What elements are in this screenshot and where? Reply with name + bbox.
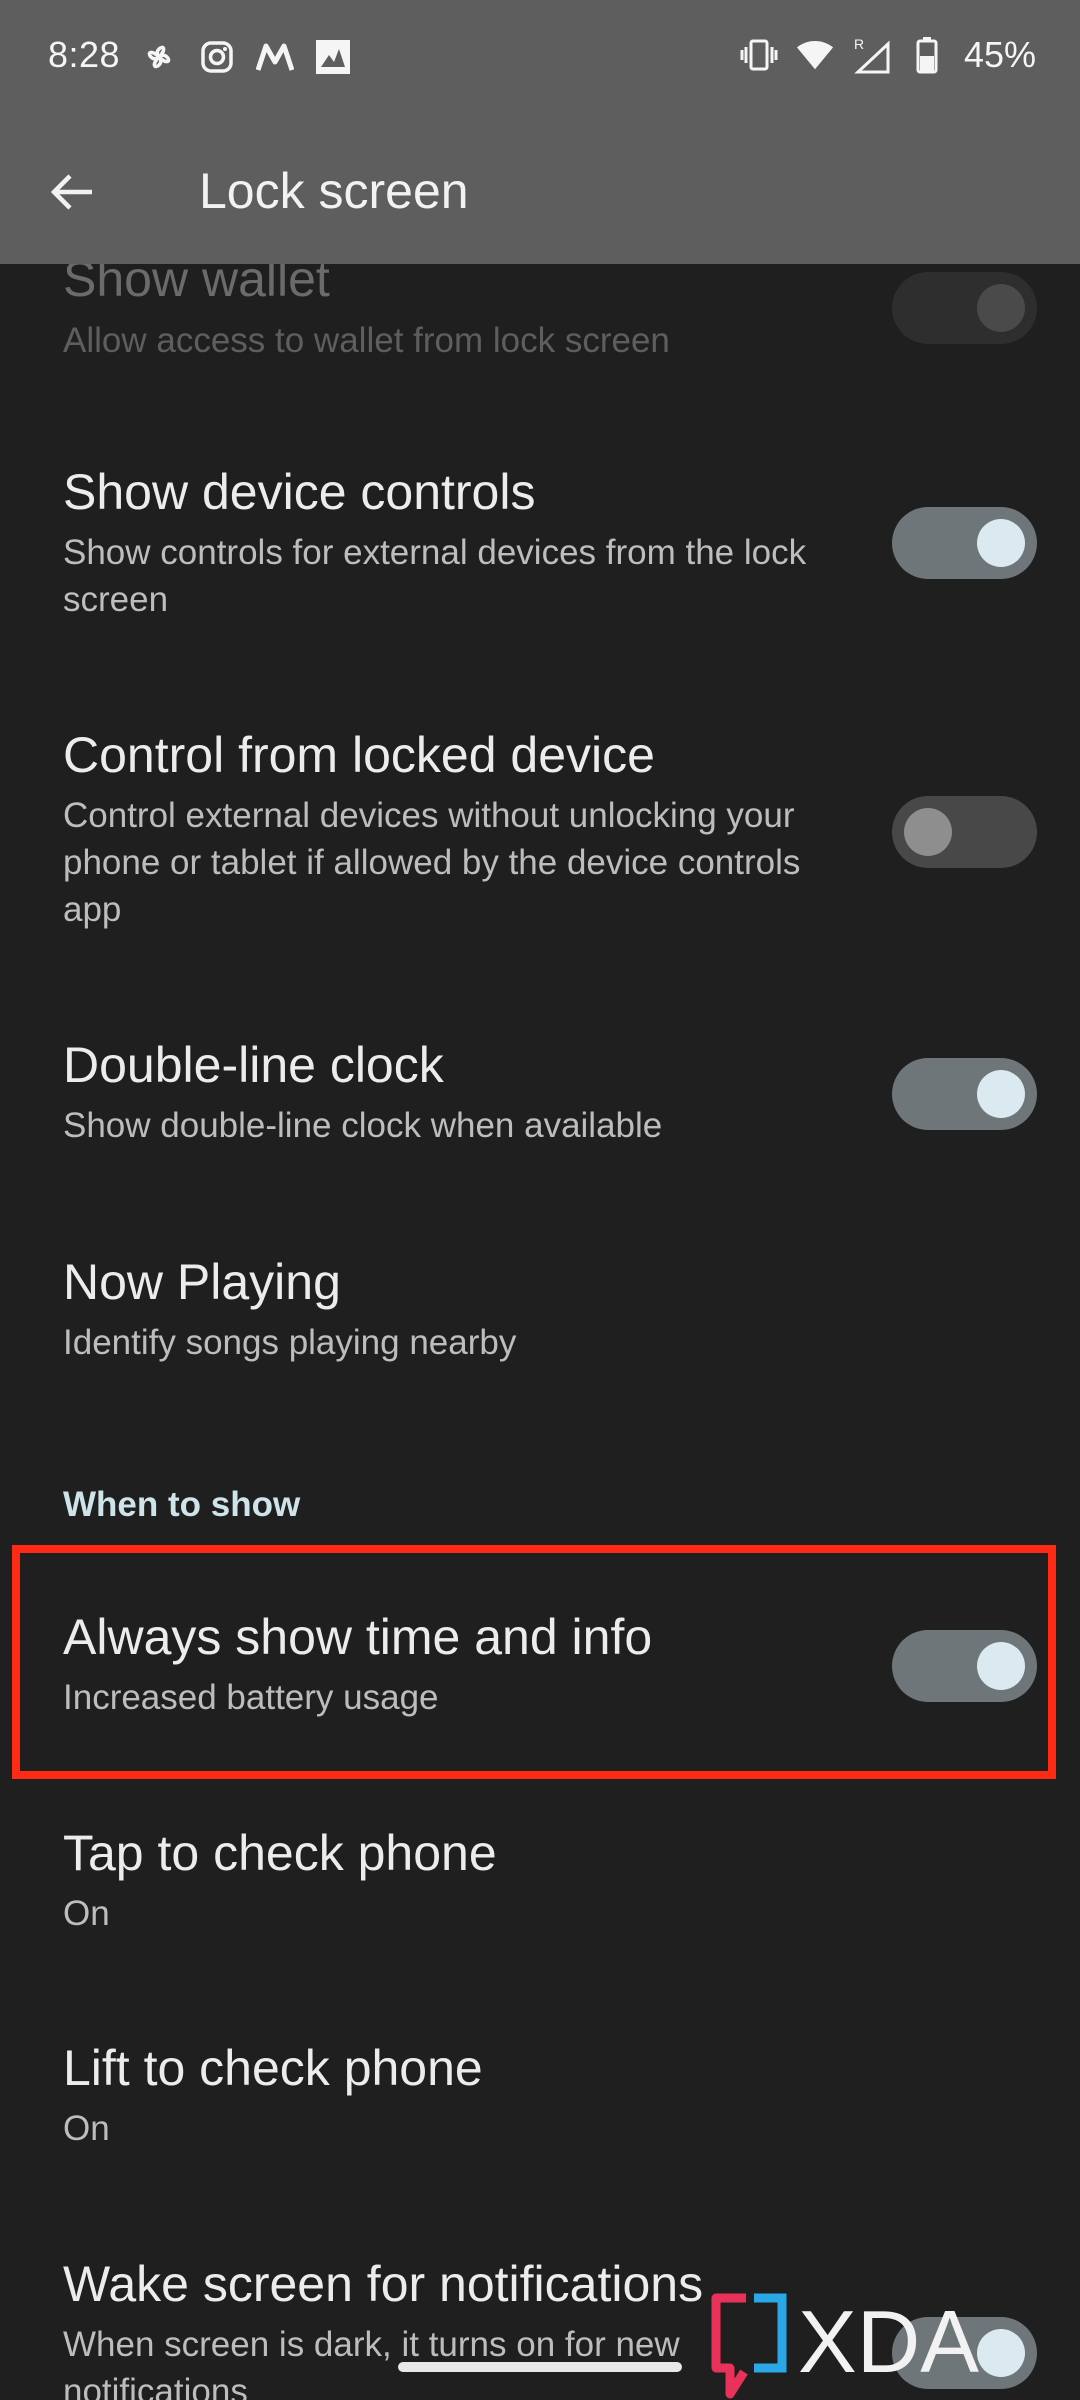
setting-summary: On: [63, 1894, 110, 1933]
setting-title: Control from locked device: [63, 727, 655, 783]
pinwheel-icon: [140, 38, 178, 76]
wifi-icon: [796, 36, 834, 74]
setting-title: Lift to check phone: [63, 2040, 483, 2096]
top-bar: 8:28 R 45% Lock screen: [0, 0, 1080, 264]
toggle-thumb: [904, 808, 952, 856]
signal-roaming-icon: R: [852, 36, 890, 74]
back-button[interactable]: [36, 156, 108, 228]
battery-percentage: 45%: [963, 34, 1036, 75]
notification-icons: [140, 38, 352, 76]
setting-control-from-locked-device[interactable]: Control from locked device Control exter…: [0, 718, 1080, 958]
setting-summary: Show double-line clock when available: [63, 1106, 663, 1145]
setting-now-playing[interactable]: Now Playing Identify songs playing nearb…: [0, 1245, 1080, 1405]
gesture-navigation-handle[interactable]: [398, 2362, 682, 2372]
section-header-when-to-show: When to show: [63, 1485, 301, 1524]
setting-summary: Allow access to wallet from lock screen: [63, 321, 670, 360]
show-wallet-toggle[interactable]: [892, 272, 1037, 344]
battery-icon: [908, 36, 946, 74]
toggle-thumb: [977, 519, 1025, 567]
setting-title: Now Playing: [63, 1254, 341, 1310]
setting-title: Tap to check phone: [63, 1825, 497, 1881]
toggle-thumb: [977, 1070, 1025, 1118]
app-bar: Lock screen: [0, 120, 1080, 264]
svg-text:XDA: XDA: [798, 2292, 979, 2391]
page-title: Lock screen: [199, 163, 469, 219]
arrow-left-icon: [50, 174, 92, 210]
setting-summary: Show controls for external devices from …: [63, 533, 807, 619]
highlight-annotation-box: [12, 1545, 1056, 1779]
double-line-clock-toggle[interactable]: [892, 1058, 1037, 1130]
setting-title: Double-line clock: [63, 1037, 444, 1093]
settings-screen: 8:28 R 45% Lock screen Show wallet Allow…: [0, 0, 1080, 2400]
setting-summary: On: [63, 2109, 110, 2148]
vibrate-icon: [740, 36, 778, 74]
m-app-icon: [256, 38, 294, 76]
setting-lift-to-check-phone[interactable]: Lift to check phone On: [0, 2031, 1080, 2191]
setting-double-line-clock[interactable]: Double-line clock Show double-line clock…: [0, 1028, 1080, 1188]
setting-show-device-controls[interactable]: Show device controls Show controls for e…: [0, 455, 1080, 655]
xda-logo-icon: XDA: [711, 2292, 979, 2399]
setting-summary: Identify songs playing nearby: [63, 1323, 517, 1362]
xda-watermark-logo: XDA: [710, 2290, 1050, 2400]
image-icon: [314, 38, 352, 76]
setting-tap-to-check-phone[interactable]: Tap to check phone On: [0, 1816, 1080, 1976]
status-bar: 8:28 R 45%: [0, 0, 1080, 120]
svg-text:R: R: [854, 36, 864, 52]
status-time: 8:28: [48, 34, 121, 75]
system-status-icons: R 45%: [740, 34, 1036, 76]
show-device-controls-toggle[interactable]: [892, 507, 1037, 579]
toggle-thumb: [977, 284, 1025, 332]
control-from-locked-device-toggle[interactable]: [892, 796, 1037, 868]
setting-summary: Control external devices without unlocki…: [63, 796, 801, 929]
setting-title: Wake screen for notifications: [63, 2256, 704, 2312]
instagram-icon: [198, 38, 236, 76]
setting-title: Show device controls: [63, 464, 536, 520]
